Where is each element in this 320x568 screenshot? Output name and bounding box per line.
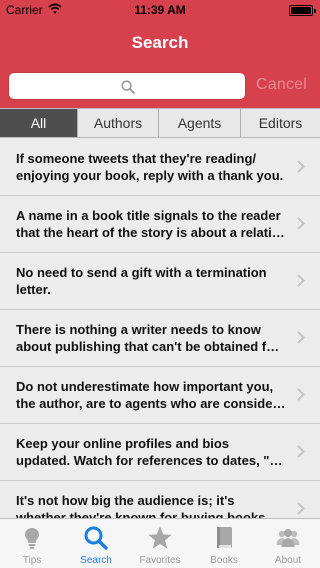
battery-icon <box>289 5 316 16</box>
tab-label: Favorites <box>139 555 181 566</box>
tab-about[interactable]: About <box>256 519 320 568</box>
list-item[interactable]: Do not underestimate how important you, … <box>0 367 320 424</box>
list-item[interactable]: Keep your online profiles and bios updat… <box>0 424 320 481</box>
people-icon <box>276 529 300 547</box>
status-time: 11:39 AM <box>134 3 186 17</box>
segment-agents[interactable]: Agents <box>159 109 241 137</box>
list-item-line: updated. Watch for references to dates, … <box>16 453 283 468</box>
lightbulb-icon <box>25 528 39 549</box>
tab-label: About <box>274 555 302 566</box>
list-item-line: the author, are to agents who are consid… <box>16 396 286 411</box>
list-item-line: Keep your online profiles and bios <box>16 436 230 451</box>
search-field[interactable] <box>8 72 246 100</box>
tab-label: Books <box>210 555 238 566</box>
cancel-button[interactable]: Cancel <box>256 76 307 94</box>
list-item-line: whether they're known for buying books. <box>16 510 270 518</box>
list-item-line: that the heart of the story is about a r… <box>16 225 285 240</box>
chevron-right-icon <box>297 502 305 515</box>
list-item-line: enjoying your book, reply with a thank y… <box>16 168 284 183</box>
list-item-line: Do not underestimate how important you, <box>16 379 274 394</box>
status-bar: Carrier 11:39 AM <box>0 0 320 20</box>
list-item[interactable]: A name in a book title signals to the re… <box>0 196 320 253</box>
segment-editors[interactable]: Editors <box>241 109 320 137</box>
tab-label: Search <box>80 555 112 566</box>
list-item-text: It's not how big the audience is; it's w… <box>16 492 286 518</box>
list-item-text: Keep your online profiles and bios updat… <box>16 435 286 469</box>
chevron-right-icon <box>297 274 305 287</box>
list-item[interactable]: There is nothing a writer needs to know … <box>0 310 320 367</box>
list-item-text: No need to send a gift with a terminatio… <box>16 264 286 298</box>
segment-authors[interactable]: Authors <box>78 109 159 137</box>
list-item-line: No need to send a gift with a terminatio… <box>16 265 267 280</box>
list-item-line: about publishing that can't be obtained … <box>16 339 280 354</box>
search-icon <box>84 526 108 550</box>
list-item-text: A name in a book title signals to the re… <box>16 207 286 241</box>
list-item[interactable]: It's not how big the audience is; it's w… <box>0 481 320 518</box>
tab-bar: Tips Search Favorites Books About <box>0 518 320 568</box>
list-item-line: A name in a book title signals to the re… <box>16 208 281 223</box>
tab-favorites[interactable]: Favorites <box>128 519 192 568</box>
search-input[interactable] <box>9 73 245 99</box>
chevron-right-icon <box>297 388 305 401</box>
tab-search[interactable]: Search <box>64 519 128 568</box>
book-icon <box>217 527 232 548</box>
tab-label: Tips <box>22 555 42 566</box>
scope-segmented-control: All Authors Agents Editors <box>0 108 320 138</box>
tab-books[interactable]: Books <box>192 519 256 568</box>
list-item-line: There is nothing a writer needs to know <box>16 322 261 337</box>
navigation-bar: Search <box>0 20 320 64</box>
list-item[interactable]: If someone tweets that they're reading/ … <box>0 139 320 196</box>
star-icon <box>148 526 172 549</box>
chevron-right-icon <box>297 331 305 344</box>
chevron-right-icon <box>297 217 305 230</box>
list-item-text: If someone tweets that they're reading/ … <box>16 150 286 184</box>
list-item-text: Do not underestimate how important you, … <box>16 378 286 412</box>
results-list: If someone tweets that they're reading/ … <box>0 139 320 518</box>
list-item-line: It's not how big the audience is; it's <box>16 493 235 508</box>
page-title: Search <box>131 33 189 52</box>
chevron-right-icon <box>297 160 305 173</box>
segment-all[interactable]: All <box>0 109 78 137</box>
tab-tips[interactable]: Tips <box>0 519 64 568</box>
search-bar: Cancel <box>0 64 320 108</box>
list-item-line: letter. <box>16 282 51 297</box>
chevron-right-icon <box>297 445 305 458</box>
list-item-line: If someone tweets that they're reading/ <box>16 151 257 166</box>
list-item[interactable]: No need to send a gift with a terminatio… <box>0 253 320 310</box>
list-item-text: There is nothing a writer needs to know … <box>16 321 286 355</box>
